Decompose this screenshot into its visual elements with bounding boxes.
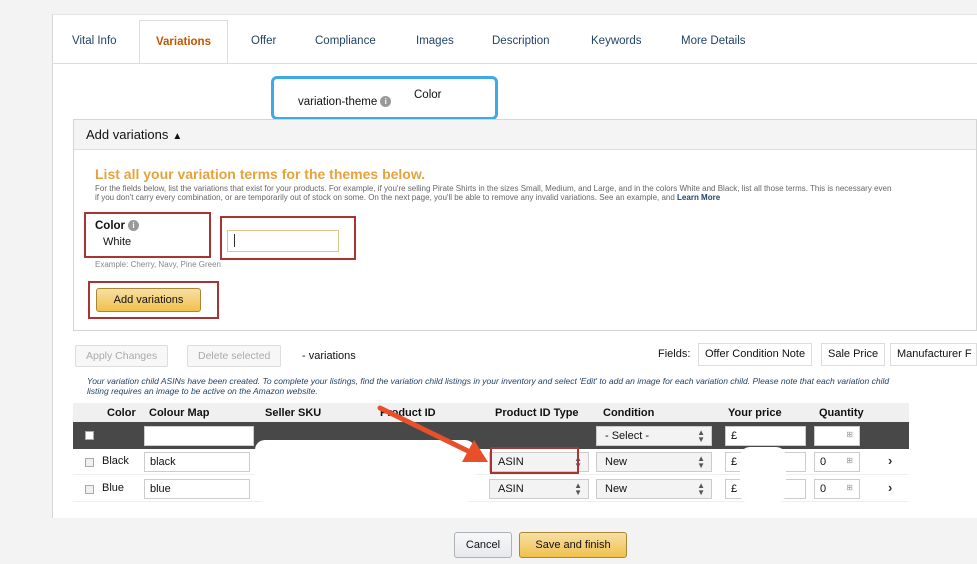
- select-all-checkbox[interactable]: [85, 431, 94, 440]
- select-arrows-icon: ▲ ▼: [574, 481, 582, 497]
- new-color-input[interactable]: [227, 230, 339, 252]
- learn-more-link[interactable]: Learn More: [677, 193, 720, 202]
- info-icon: i: [380, 96, 392, 108]
- field-manufacturer[interactable]: Manufacturer F: [890, 343, 977, 366]
- select-arrows-icon: ▲ ▼: [697, 454, 705, 470]
- cancel-button[interactable]: Cancel: [454, 532, 512, 558]
- redaction-smear: [740, 447, 786, 503]
- tab-variations[interactable]: Variations: [139, 20, 228, 64]
- col-seller-sku: Seller SKU: [265, 407, 322, 419]
- add-variations-header[interactable]: Add variations ▲: [74, 120, 976, 150]
- col-condition: Condition: [603, 407, 655, 419]
- add-variations-button[interactable]: Add variations: [96, 288, 201, 312]
- tab-more-details[interactable]: More Details: [681, 20, 746, 64]
- tab-keywords[interactable]: Keywords: [591, 20, 642, 64]
- delete-selected-button[interactable]: Delete selected: [187, 345, 282, 367]
- fields-label: Fields:: [658, 348, 691, 360]
- col-product-id-type: Product ID Type: [495, 407, 579, 419]
- row-condition-select[interactable]: New ▲ ▼: [596, 479, 712, 499]
- bulk-condition-select[interactable]: - Select - ▲ ▼: [596, 426, 712, 446]
- tab-vital-info[interactable]: Vital Info: [72, 20, 117, 64]
- tab-divider: [52, 63, 977, 64]
- tab-offer[interactable]: Offer: [251, 20, 276, 64]
- bulk-quantity-input[interactable]: ⊞: [814, 426, 860, 446]
- row-colour-map-input[interactable]: blue: [144, 479, 250, 499]
- asin-created-notice: Your variation child ASINs have been cre…: [87, 376, 890, 396]
- tab-images[interactable]: Images: [416, 20, 454, 64]
- row-checkbox[interactable]: [85, 458, 94, 467]
- row-quantity-input[interactable]: 0 ⊞: [814, 479, 860, 499]
- row-quantity-input[interactable]: 0 ⊞: [814, 452, 860, 472]
- stepper-icon: ⊞: [846, 456, 853, 465]
- annotation-box-asin: [490, 447, 579, 474]
- field-offer-condition-note[interactable]: Offer Condition Note: [698, 343, 813, 366]
- select-arrows-icon: ▲ ▼: [697, 428, 705, 444]
- apply-changes-button[interactable]: Apply Changes: [75, 345, 169, 367]
- col-your-price: Your price: [728, 407, 782, 419]
- bulk-price-input[interactable]: £: [725, 426, 806, 446]
- add-variations-panel: Add variations ▲ List all your variation …: [73, 119, 977, 331]
- field-sale-price[interactable]: Sale Price: [821, 343, 886, 366]
- variation-theme-label: variation-theme i: [298, 96, 392, 108]
- stepper-icon: ⊞: [846, 483, 853, 492]
- tab-compliance[interactable]: Compliance: [315, 20, 376, 64]
- color-value-white[interactable]: White: [96, 232, 204, 254]
- select-arrows-icon: ▲ ▼: [697, 481, 705, 497]
- example-text: Example: Cherry, Navy, Pine Green: [95, 260, 221, 269]
- col-color: Color: [107, 407, 136, 419]
- col-quantity: Quantity: [819, 407, 864, 419]
- chevron-right-icon[interactable]: ›: [888, 453, 892, 468]
- col-colour-map: Colour Map: [149, 407, 210, 419]
- variation-theme-value: Color: [414, 89, 442, 101]
- variation-terms-title: List all your variation terms for the th…: [95, 166, 426, 182]
- chevron-up-icon: ▲: [172, 131, 183, 142]
- save-and-finish-button[interactable]: Save and finish: [519, 532, 627, 558]
- row-product-id-type-select[interactable]: ASIN ▲ ▼: [489, 479, 589, 499]
- variation-theme-box[interactable]: variation-theme i Color: [271, 76, 498, 120]
- tab-description[interactable]: Description: [492, 20, 550, 64]
- row-checkbox[interactable]: [85, 485, 94, 494]
- annotation-arrow-icon: [377, 405, 488, 462]
- chevron-right-icon[interactable]: ›: [888, 480, 892, 495]
- bulk-colour-map-input[interactable]: [144, 426, 254, 446]
- help-text: For the fields below, list the variation…: [95, 184, 892, 202]
- variations-count: - variations: [302, 350, 356, 362]
- row-color: Black: [102, 455, 129, 467]
- row-colour-map-input[interactable]: black: [144, 452, 250, 472]
- stepper-icon: ⊞: [846, 430, 853, 439]
- row-color: Blue: [102, 482, 125, 494]
- row-condition-select[interactable]: New ▲ ▼: [596, 452, 712, 472]
